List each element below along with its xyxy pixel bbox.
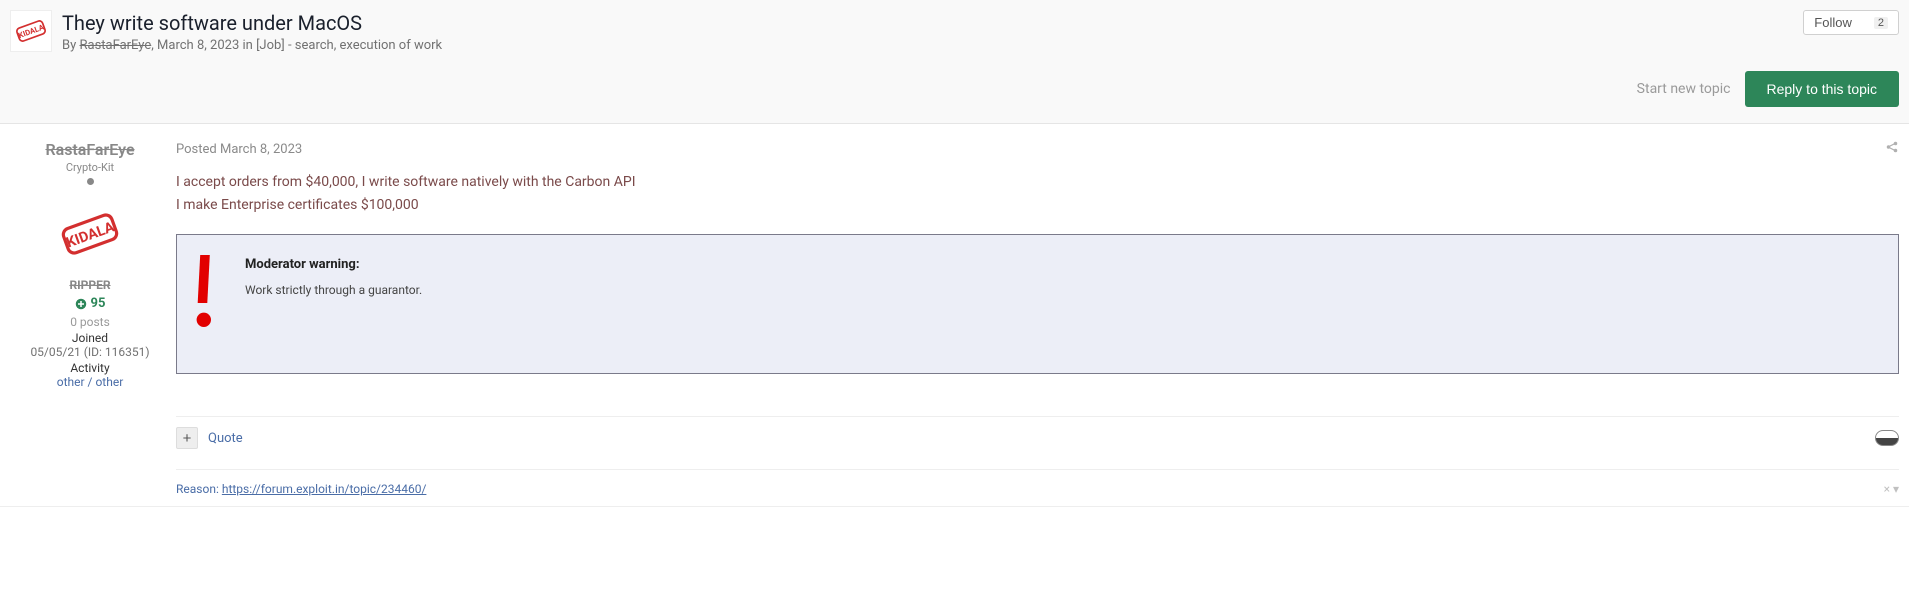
reason-link[interactable]: https://forum.exploit.in/topic/234460/ bbox=[222, 482, 427, 496]
author-tag: RIPPER bbox=[10, 278, 170, 292]
kidala-badge-icon: KIDALA bbox=[49, 193, 131, 275]
author-posts: 0 posts bbox=[10, 315, 170, 329]
rep-plus-icon bbox=[75, 298, 87, 310]
multiquote-button[interactable]: + bbox=[176, 427, 198, 449]
post-footer: + Quote bbox=[176, 416, 1899, 449]
byline-by: By bbox=[62, 38, 76, 53]
topic-byline: By RastaFarEye, March 8, 2023 in [Job] -… bbox=[62, 38, 1793, 53]
author-joined-value: 05/05/21 (ID: 116351) bbox=[10, 345, 170, 359]
signature-content: Reason: https://forum.exploit.in/topic/2… bbox=[176, 482, 426, 496]
moderator-warning: Moderator warning: Work strictly through… bbox=[176, 234, 1899, 374]
exclamation-icon bbox=[191, 255, 219, 334]
topic-title-block: They write software under MacOS By Rasta… bbox=[62, 10, 1793, 53]
status-dot-icon bbox=[87, 178, 94, 185]
author-reputation[interactable]: 95 bbox=[75, 296, 106, 311]
quote-link[interactable]: Quote bbox=[208, 431, 243, 446]
share-icon[interactable] bbox=[1885, 140, 1899, 158]
post-line-2: I make Enterprise certificates $100,000 bbox=[176, 195, 1899, 216]
mod-warning-title: Moderator warning: bbox=[245, 255, 422, 275]
signature-collapse[interactable]: × ▾ bbox=[1884, 482, 1899, 496]
byline-date[interactable]: March 8, 2023 bbox=[157, 38, 239, 53]
author-joined-label: Joined bbox=[10, 331, 170, 345]
post: RastaFarEye Crypto-Kit KIDALA RIPPER 95 … bbox=[0, 124, 1909, 507]
follow-button[interactable]: Follow 2 bbox=[1803, 10, 1899, 35]
topic-actions: Start new topic Reply to this topic bbox=[10, 71, 1899, 107]
follow-count: 2 bbox=[1874, 17, 1888, 29]
byline-forum[interactable]: [Job] - search, execution of work bbox=[256, 38, 442, 53]
author-name[interactable]: RastaFarEye bbox=[10, 140, 170, 159]
author-panel: RastaFarEye Crypto-Kit KIDALA RIPPER 95 … bbox=[10, 140, 170, 496]
author-group: Crypto-Kit bbox=[10, 161, 170, 174]
posted-date[interactable]: March 8, 2023 bbox=[220, 142, 302, 157]
reaction-widget[interactable] bbox=[1875, 430, 1899, 446]
author-activity-value: other / other bbox=[10, 375, 170, 389]
post-main: Posted March 8, 2023 I accept orders fro… bbox=[170, 140, 1899, 496]
post-meta: Posted March 8, 2023 bbox=[176, 140, 1899, 158]
topic-title: They write software under MacOS bbox=[62, 10, 1793, 36]
author-activity-label: Activity bbox=[10, 361, 170, 375]
post-line-1: I accept orders from $40,000, I write so… bbox=[176, 172, 1899, 193]
topic-header: KIDALA They write software under MacOS B… bbox=[0, 0, 1909, 124]
reason-label: Reason: bbox=[176, 482, 222, 496]
author-rep-value: 95 bbox=[91, 296, 106, 311]
byline-author[interactable]: RastaFarEye bbox=[80, 38, 152, 53]
post-footer-left: + Quote bbox=[176, 427, 243, 449]
post-meta-right bbox=[1885, 140, 1899, 158]
reply-button[interactable]: Reply to this topic bbox=[1745, 71, 1900, 107]
author-activity-link[interactable]: other / other bbox=[57, 375, 124, 389]
topic-header-top: KIDALA They write software under MacOS B… bbox=[10, 10, 1899, 53]
mod-warning-content: Moderator warning: Work strictly through… bbox=[245, 255, 422, 299]
byline-in: in bbox=[243, 38, 253, 53]
post-signature: Reason: https://forum.exploit.in/topic/2… bbox=[176, 469, 1899, 496]
posted-prefix: Posted bbox=[176, 142, 217, 157]
mod-warning-text: Work strictly through a guarantor. bbox=[245, 281, 422, 299]
post-meta-left: Posted March 8, 2023 bbox=[176, 142, 302, 157]
start-topic-link[interactable]: Start new topic bbox=[1637, 81, 1731, 97]
author-avatar[interactable]: KIDALA bbox=[54, 198, 126, 270]
post-body: I accept orders from $40,000, I write so… bbox=[176, 172, 1899, 374]
topic-avatar[interactable]: KIDALA bbox=[10, 10, 52, 52]
kidala-badge-icon: KIDALA bbox=[9, 9, 53, 53]
follow-label: Follow bbox=[1814, 15, 1852, 30]
